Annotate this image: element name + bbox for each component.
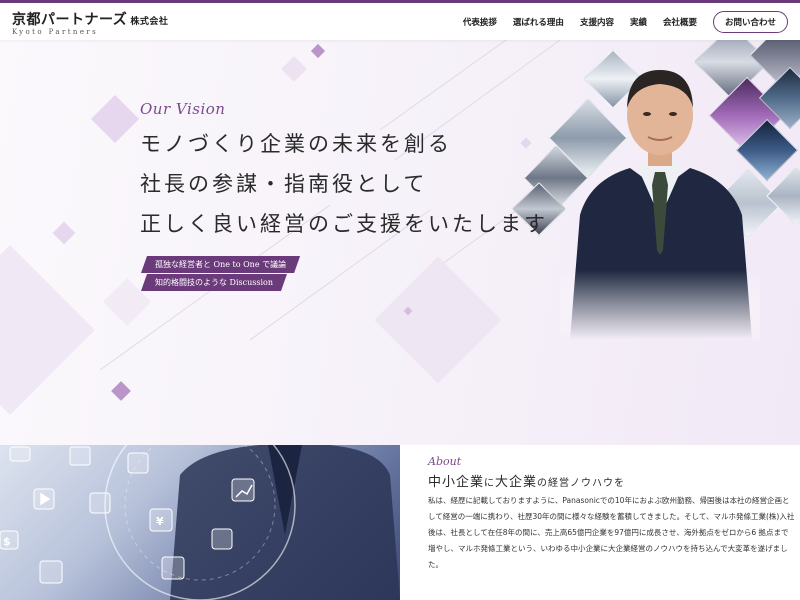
svg-text:¥: ¥ [156,515,164,528]
svg-text:$: $ [3,535,11,548]
calculator-icon [211,528,233,550]
nav-item-results[interactable]: 実績 [630,16,647,28]
hero-headline-line-3: 正しく良い経営のご支援をいたします [140,212,548,236]
about-image: ¥ $ [0,445,400,600]
page: 京都パートナーズ 株式会社 Kyoto Partners 代表挨拶 選ばれる理由 … [0,0,800,600]
about-title: 中小企業に大企業の経営ノウハウを [428,471,625,490]
calendar-icon [127,452,149,474]
logo-sub: 株式会社 [130,17,169,27]
about-title-part: に [484,478,496,489]
contact-button[interactable]: お問い合わせ [712,10,788,33]
about-title-part: 大企業 [495,475,538,490]
chart-icon [231,478,255,502]
hero-headline-line-2: 社長の参謀・指南役として [140,172,428,196]
ceo-portrait [560,70,760,340]
nav-item-reasons[interactable]: 選ばれる理由 [513,16,564,28]
user-icon [89,492,111,514]
hero-headline-line-1: モノづくり企業の未来を創る [140,132,452,156]
site-logo[interactable]: 京都パートナーズ 株式会社 Kyoto Partners [12,9,168,36]
nav-item-services[interactable]: 支援内容 [580,16,614,28]
hero-tag-one-to-one: 孤独な経営者と One to One で議論 [141,256,300,273]
nav-item-greeting[interactable]: 代表挨拶 [463,16,497,28]
about-section: ¥ $ About 中小企業に大企業の経営ノウハウを 私は、経歴に記載しておりま… [0,445,800,600]
gear-icon [161,556,185,580]
hero-tag-discussion: 知的格闘技のような Discussion [141,274,287,291]
about-label: About [428,455,462,468]
logo-main: 京都パートナーズ [12,12,128,28]
about-image-graphic: ¥ $ [0,445,400,600]
about-body-text: 私は、経歴に記載しておりますように、Panasonicでの10年におよぶ欧州勤務… [428,496,795,569]
about-title-part: 中小企業 [428,475,485,490]
document-icon [69,446,91,466]
site-header: 京都パートナーズ 株式会社 Kyoto Partners 代表挨拶 選ばれる理由 … [0,0,800,40]
vision-label: Our Vision [140,100,226,118]
hero-section: Our Vision モノづくり企業の未来を創る 社長の参謀・指南役として 正し… [0,40,800,445]
logo-english: Kyoto Partners [12,28,99,36]
main-nav: 代表挨拶 選ばれる理由 支援内容 実績 会社概要 お問い合わせ [463,3,788,40]
about-title-part: の経営ノウハウを [537,478,626,489]
nav-item-company[interactable]: 会社概要 [663,16,697,28]
logo-text: 京都パートナーズ 株式会社 [12,9,168,29]
camera-icon [9,446,31,462]
headset-icon [39,560,63,584]
